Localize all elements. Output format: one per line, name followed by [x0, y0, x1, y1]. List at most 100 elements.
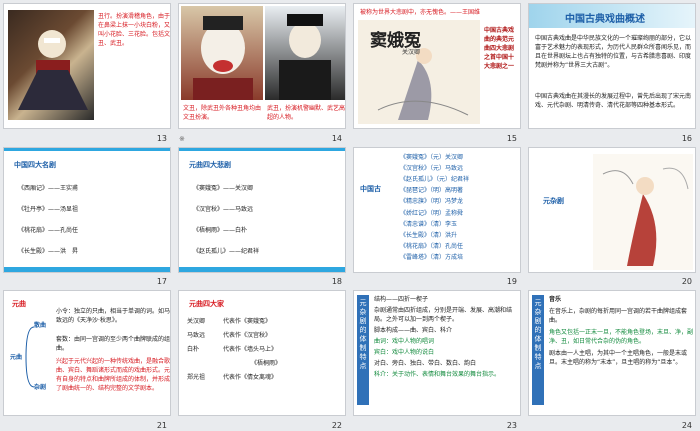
slide-15[interactable]: 被称为世界大悲剧中，亦无愧色。——王国维 窦娥冤 关汉卿 中国古典戏曲的典范元曲… — [353, 3, 521, 129]
slide-21-heading: 元曲 — [12, 300, 26, 309]
slide-thumb-16[interactable]: 中国古典戏曲概述 中国古典戏曲是中华民族文化的一个璀璨绚丽的部分，它以富于艺术魅… — [525, 0, 700, 144]
tree-leaf-zaju: 兴起于元代兴起的一种传统戏曲，是融合歌曲、宾白、舞蹈诸形式而成的戏曲形式。元有自… — [56, 358, 171, 393]
slide-thumb-24[interactable]: 元杂剧的体制特点 音乐 在音乐上，杂剧的每折用同一宫调的若干曲牌组成套曲。 角色… — [525, 287, 700, 431]
slide-14-caption-right: 武丑，扮演机警幽默、武艺高超的人物。 — [267, 105, 346, 121]
list-item: 《桃花扇》（清）孔尚任 — [400, 243, 464, 251]
wu-chou-image — [279, 14, 331, 100]
list-item: 《赵氏孤儿》——纪君祥 — [193, 247, 260, 255]
tree-leaf-xiaoling: 小令：独立的只曲，相当于单调的词。如马致远的《天净沙·秋思》。 — [56, 308, 171, 325]
table-row: 白朴 代表作《墙头马上》 — [187, 345, 343, 354]
bottom-accent-bar — [4, 266, 170, 272]
slide-14[interactable]: 文丑，除武丑外各种丑角均由文丑扮演。 武丑，扮演机警幽默、武艺高超的人物。 — [178, 3, 346, 129]
content-para: 角色又包括一正末一旦，不能角色登场，末旦、净，副净、丑，如日常代合杂的伪的角色。 — [549, 329, 694, 346]
slide-thumb-14[interactable]: 文丑，除武丑外各种丑角均由文丑扮演。 武丑，扮演机警幽默、武艺高超的人物。 ※ … — [175, 0, 350, 144]
slide-16[interactable]: 中国古典戏曲概述 中国古典戏曲是中华民族文化的一个璀璨绚丽的部分，它以富于艺术魅… — [528, 3, 696, 129]
list-item: 《窦娥冤》——关汉卿 — [193, 184, 254, 192]
list-item: 《窦娥冤》（元）关汉卿 — [400, 153, 464, 161]
slide-13[interactable]: 丑行。扮演滑稽角色，由于在鼻梁上抹一小块白粉，又叫小花脸、三花脸。包括文丑、武丑… — [3, 3, 171, 129]
tree-leaf-taoshu: 套数：由同一宫调的至少两个曲牌联成的组曲。 — [56, 336, 171, 353]
wu-chou-photo — [265, 6, 345, 100]
list-item: 《西厢记》——王实甫 — [18, 184, 79, 192]
slide-24-heading: 音乐 — [549, 296, 562, 304]
list-item: 《长生殿》——洪 昇 — [18, 247, 79, 255]
content-line: 宾白：戏中人物的说白 — [374, 349, 435, 357]
author-work: 代表作《墙头马上》 — [223, 346, 278, 354]
slide-17[interactable]: 中国四大名剧 《西厢记》——王实甫 《牡丹亭》——汤显祖 《桃花扇》——孔尚任 … — [3, 146, 171, 273]
slide-15-subtitle: 关汉卿 — [402, 49, 421, 56]
table-row: 郑光祖 代表作《倩女离魂》 — [187, 373, 343, 382]
slide-thumb-23[interactable]: 元杂剧的体制特点 结构——四折一楔子 杂剧通常由四折组成，分别是开端、发展、高潮… — [350, 287, 525, 431]
list-item: 《娇红记》（明）孟称舜 — [400, 209, 464, 217]
slide-18-heading: 元曲四大悲剧 — [189, 160, 231, 169]
slide-23[interactable]: 元杂剧的体制特点 结构——四折一楔子 杂剧通常由四折组成，分别是开端、发展、高潮… — [353, 290, 521, 417]
ink-figure-image — [602, 167, 689, 266]
slide-thumb-22[interactable]: 元曲四大家 关汉卿 代表作《窦娥冤》 马致远 代表作《汉宫秋》 白朴 代表作《墙… — [175, 287, 350, 431]
slide-13-caption: 丑行。扮演滑稽角色，由于在鼻梁上抹一小块白粉，又叫小花脸、三花脸。包括文丑、武丑… — [98, 13, 171, 47]
slide-thumb-17[interactable]: 中国四大名剧 《西厢记》——王实甫 《牡丹亭》——汤显祖 《桃花扇》——孔尚任 … — [0, 144, 175, 288]
table-row: 《梧桐雨》 — [187, 359, 343, 368]
slide-16-title: 中国古典戏曲概述 — [565, 14, 645, 25]
slide-number: 14 — [331, 133, 342, 143]
slide-22[interactable]: 元曲四大家 关汉卿 代表作《窦娥冤》 马致远 代表作《汉宫秋》 白朴 代表作《墙… — [178, 290, 346, 417]
slide-21[interactable]: 元曲 元曲 散曲 杂剧 小令：独立的只曲，相当于单调的词。如马致远的《天净沙·秋… — [3, 290, 171, 417]
content-line: 科介：关于动作、表情和舞台效果的舞台指示。 — [374, 371, 501, 379]
slide-24-vertical-label: 元杂剧的体制特点 — [532, 295, 544, 406]
transition-icon[interactable]: ※ — [179, 135, 185, 143]
content-line: 杂剧通常由四折组成，分别是开端、发展、高潮和结局。之外可以加一到两个楔子。 — [374, 307, 513, 324]
author-name: 白朴 — [187, 346, 200, 354]
content-line: 曲词：戏中人物的唱词 — [374, 338, 435, 346]
top-accent-bar — [179, 147, 345, 151]
slide-thumb-13[interactable]: 丑行。扮演滑稽角色，由于在鼻梁上抹一小块白粉，又叫小花脸、三花脸。包括文丑、武丑… — [0, 0, 175, 144]
content-line: 对白、旁白、独白、带白、数白、韵白 — [374, 360, 477, 368]
slide-19[interactable]: 中国古 《窦娥冤》（元）关汉卿 《汉宫秋》（元）马致远 《赵氏孤儿》（元）纪君祥… — [353, 146, 521, 273]
list-item: 《琵琶记》（明）高明著 — [400, 187, 464, 195]
slide-24[interactable]: 元杂剧的体制特点 音乐 在音乐上，杂剧的每折用同一宫调的若干曲牌组成套曲。 角色… — [528, 290, 696, 417]
slide-20[interactable]: 元杂剧 — [528, 146, 696, 273]
slide-thumb-19[interactable]: 中国古 《窦娥冤》（元）关汉卿 《汉宫秋》（元）马致远 《赵氏孤儿》（元）纪君祥… — [350, 144, 525, 288]
list-item: 《清忠谱》（清）李玉 — [400, 220, 458, 228]
tree-root: 元曲 — [10, 354, 23, 362]
author-name: 关汉卿 — [187, 318, 206, 326]
slide-number: 17 — [156, 277, 167, 287]
content-para: 剧本由一人主唱，为其中一个主唱角色，一般是末或旦。末主唱的称为“末本”，旦主唱的… — [549, 350, 688, 367]
list-item: 《长生殿》（清）洪升 — [400, 232, 458, 240]
slide-20-label: 元杂剧 — [543, 196, 564, 205]
author-name: 郑光祖 — [187, 374, 206, 382]
slide-17-heading: 中国四大名剧 — [14, 160, 56, 169]
author-work: 代表作《窦娥冤》 — [223, 318, 272, 326]
tree-branch-zaju: 杂剧 — [34, 384, 47, 392]
content-line: 脚本构成——曲、宾白、科介 — [374, 327, 453, 335]
slide-18[interactable]: 元曲四大悲剧 《窦娥冤》——关汉卿 《汉宫秋》——马致远 《梧桐雨》——白朴 《… — [178, 146, 346, 273]
slide-thumb-21[interactable]: 元曲 元曲 散曲 杂剧 小令：独立的只曲，相当于单调的词。如马致远的《天净沙·秋… — [0, 287, 175, 431]
top-accent-bar — [4, 147, 170, 151]
slide-number: 16 — [681, 133, 692, 143]
slide-number: 20 — [681, 277, 692, 287]
author-work: 代表作《汉宫秋》 — [223, 332, 272, 340]
zaju-painting — [593, 153, 693, 270]
slide-number: 18 — [331, 277, 342, 287]
slide-number: 19 — [506, 277, 517, 287]
list-item: 《汉宫秋》（元）马致远 — [400, 164, 464, 172]
list-item: 《精忠旗》（明）冯梦龙 — [400, 198, 464, 206]
slide-thumb-18[interactable]: 元曲四大悲剧 《窦娥冤》——关汉卿 《汉宫秋》——马致远 《梧桐雨》——白朴 《… — [175, 144, 350, 288]
slide-sorter: 丑行。扮演滑稽角色，由于在鼻梁上抹一小块白粉，又叫小花脸、三花脸。包括文丑、武丑… — [0, 0, 700, 431]
list-item: 《赵氏孤儿》（元）纪君祥 — [400, 176, 470, 183]
slide-thumb-15[interactable]: 被称为世界大悲剧中，亦无愧色。——王国维 窦娥冤 关汉卿 中国古典戏曲的典范元曲… — [350, 0, 525, 144]
author-name — [187, 359, 251, 368]
list-item: 《牡丹亭》——汤显祖 — [18, 205, 79, 213]
wen-chou-photo — [181, 6, 263, 100]
author-name: 马致远 — [187, 332, 206, 340]
list-item: 《梧桐雨》——白朴 — [193, 226, 248, 234]
author-work: 代表作《倩女离魂》 — [223, 374, 278, 382]
content-para: 在音乐上，杂剧的每折用同一宫调的若干曲牌组成套曲。 — [549, 308, 688, 325]
tree-branch-sanqu: 散曲 — [34, 322, 47, 330]
slide-number: 13 — [156, 133, 167, 143]
slide-number: 15 — [506, 133, 517, 143]
table-row: 关汉卿 代表作《窦娥冤》 — [187, 317, 343, 326]
slide-19-side-label: 中国古 — [360, 184, 381, 193]
actor-figure-image — [18, 30, 88, 110]
list-item: 《雷峰塔》（清）方成培 — [400, 254, 464, 262]
slide-23-vertical-label: 元杂剧的体制特点 — [357, 295, 369, 406]
slide-22-heading: 元曲四大家 — [189, 300, 224, 309]
slide-thumb-20[interactable]: 元杂剧 20 — [525, 144, 700, 288]
